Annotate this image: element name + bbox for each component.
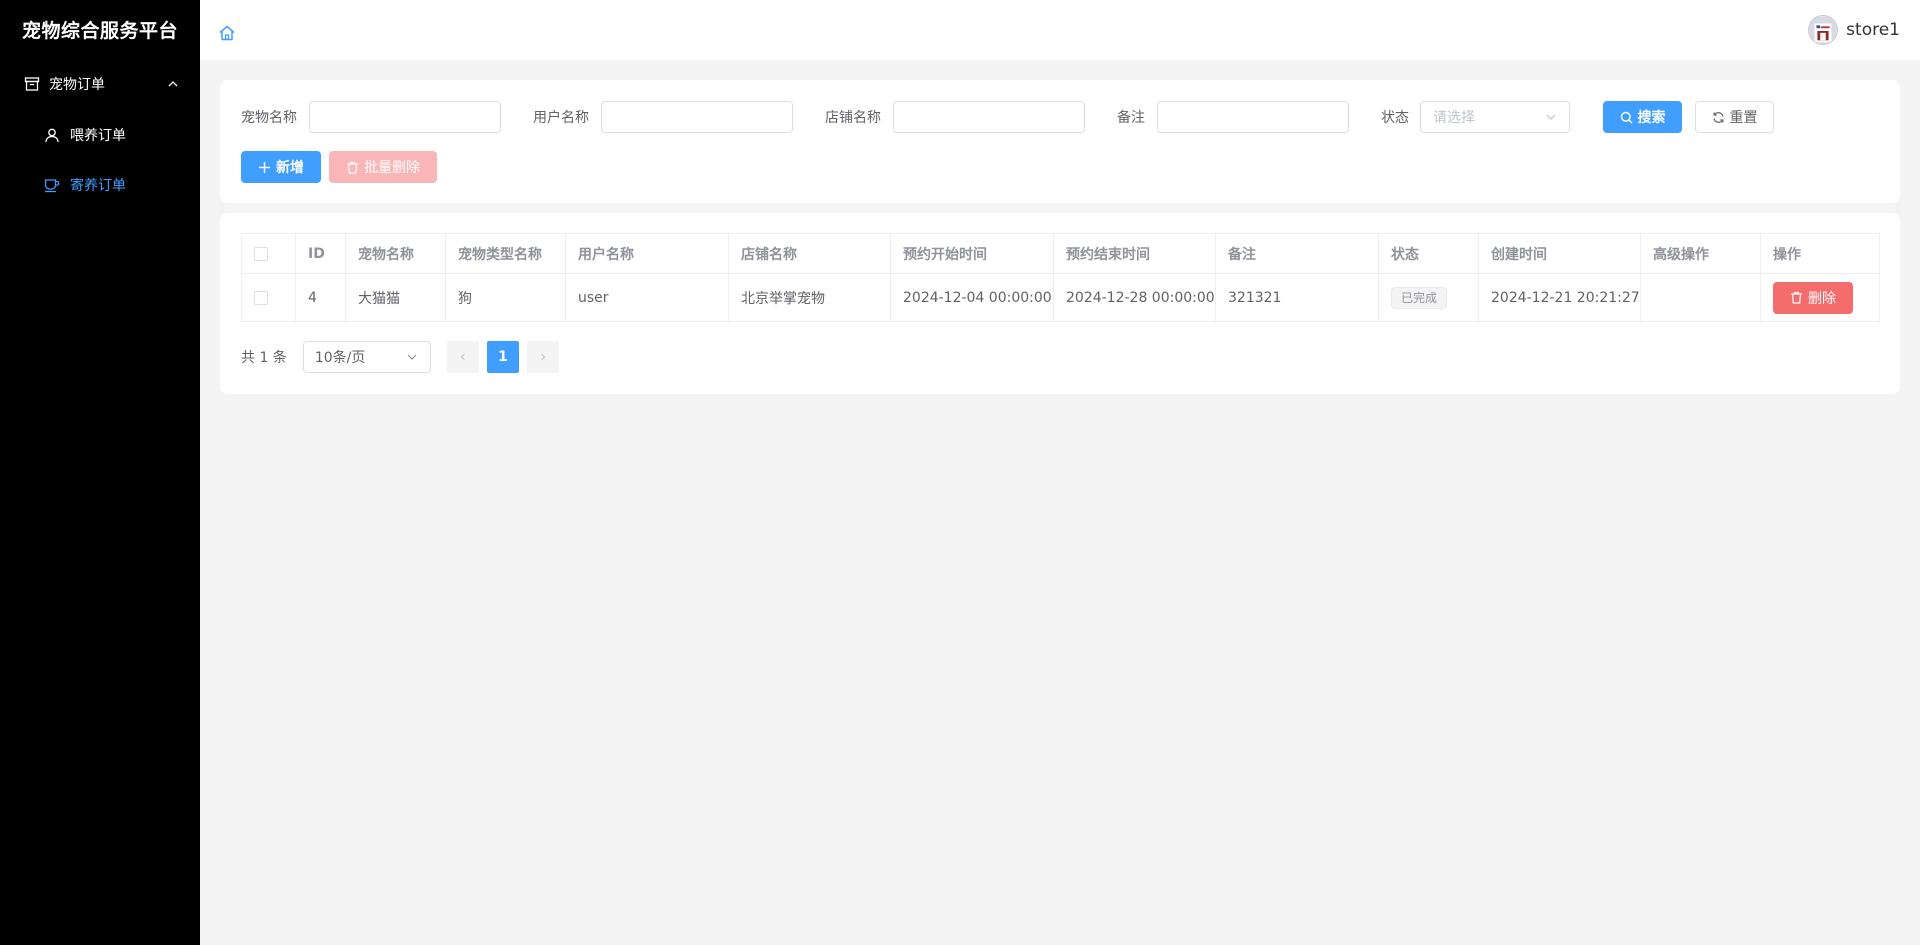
top-header: store1 (200, 0, 1920, 60)
cell-start-time: 2024-12-04 00:00:00 (890, 273, 1054, 322)
column-header: 宠物名称 (345, 233, 446, 274)
remark-input[interactable] (1157, 101, 1349, 133)
status-placeholder: 请选择 (1433, 110, 1475, 126)
box-icon (24, 76, 40, 92)
status-label: 状态 (1381, 110, 1409, 126)
cell-pet-type: 狗 (445, 273, 566, 322)
menu-group-label: 宠物订单 (49, 77, 105, 93)
pet-name-label: 宠物名称 (241, 110, 297, 126)
sidebar-item-feeding-orders[interactable]: 喂养订单 (0, 110, 200, 160)
chevron-up-icon (166, 77, 180, 91)
menu-group-pet-orders[interactable]: 宠物订单 (0, 58, 200, 110)
table-row: 4 大猫猫 狗 user 北京举掌宠物 2024-12-04 00:00:00 … (241, 273, 1880, 322)
user-name-input[interactable] (601, 101, 793, 133)
username: store1 (1846, 20, 1900, 40)
cell-user-name: user (565, 273, 729, 322)
select-all-checkbox[interactable] (254, 246, 268, 261)
sidebar-item-boarding-orders[interactable]: 寄养订单 (0, 160, 200, 210)
delete-button-label: 删除 (1808, 290, 1836, 307)
reset-button[interactable]: 重置 (1695, 101, 1774, 133)
batch-delete-button-label: 批量删除 (364, 160, 420, 176)
column-header: 用户名称 (565, 233, 729, 274)
next-page-button[interactable] (526, 341, 559, 373)
search-icon (1620, 111, 1633, 124)
chevron-down-icon (406, 351, 418, 363)
pet-name-input[interactable] (309, 101, 501, 133)
cell-store-name: 北京举掌宠物 (728, 273, 891, 322)
home-icon[interactable] (218, 24, 236, 42)
chevron-left-icon (458, 352, 468, 362)
user-menu[interactable]: store1 (1808, 15, 1900, 45)
column-header: 备注 (1215, 233, 1379, 274)
batch-delete-button[interactable]: 批量删除 (329, 151, 437, 183)
app-title: 宠物综合服务平台 (21, 19, 178, 42)
cell-created-at: 2024-12-21 20:21:27 (1478, 273, 1641, 322)
delete-button[interactable]: 删除 (1773, 281, 1853, 314)
page-size-select[interactable]: 10条/页 (302, 341, 431, 373)
total-count: 共 1 条 (241, 350, 287, 366)
table-panel: ID 宠物名称 宠物类型名称 用户名称 店铺名称 预约开始时间 预约结束时间 备… (220, 213, 1900, 394)
cell-status: 已完成 (1378, 273, 1479, 322)
user-icon (44, 127, 60, 143)
cell-actions: 删除 (1760, 273, 1880, 322)
search-panel: 宠物名称 用户名称 店铺名称 备注 状态 请选择 搜索 重置 新增 批量删除 (220, 80, 1900, 203)
remark-label: 备注 (1117, 110, 1145, 126)
column-header: ID (295, 233, 346, 274)
column-header: 状态 (1378, 233, 1479, 274)
trash-icon (1790, 291, 1803, 304)
orders-table: ID 宠物名称 宠物类型名称 用户名称 店铺名称 预约开始时间 预约结束时间 备… (241, 233, 1880, 322)
reset-button-label: 重置 (1729, 110, 1758, 126)
column-header: 预约结束时间 (1053, 233, 1216, 274)
search-button-label: 搜索 (1637, 110, 1666, 126)
add-button[interactable]: 新增 (241, 151, 321, 183)
column-header: 宠物类型名称 (445, 233, 566, 274)
cell-end-time: 2024-12-28 00:00:00 (1053, 273, 1216, 322)
sidebar-item-label: 寄养订单 (70, 178, 126, 194)
store-name-label: 店铺名称 (825, 110, 881, 126)
chevron-right-icon (538, 352, 548, 362)
sidebar: 宠物综合服务平台 宠物订单 喂养订单 寄养订单 (0, 0, 200, 945)
status-badge: 已完成 (1391, 286, 1448, 309)
column-header: 高级操作 (1640, 233, 1761, 274)
row-select-cell (241, 273, 296, 322)
page-size-value: 10条/页 (314, 350, 366, 366)
chevron-down-icon (1545, 111, 1557, 123)
refresh-icon (1712, 111, 1725, 124)
table-header-row: ID 宠物名称 宠物类型名称 用户名称 店铺名称 预约开始时间 预约结束时间 备… (241, 233, 1880, 274)
cup-icon (44, 177, 60, 193)
column-header: 操作 (1760, 233, 1880, 274)
cell-advanced (1640, 273, 1761, 322)
store-name-input[interactable] (893, 101, 1085, 133)
sidebar-item-label: 喂养订单 (70, 128, 126, 144)
select-all-cell (241, 233, 296, 274)
cell-pet-name: 大猫猫 (345, 273, 446, 322)
trash-icon (346, 161, 359, 174)
search-button[interactable]: 搜索 (1603, 101, 1682, 133)
status-select[interactable]: 请选择 (1420, 101, 1570, 133)
cell-remark: 321321 (1215, 273, 1379, 322)
column-header: 创建时间 (1478, 233, 1641, 274)
column-header: 店铺名称 (728, 233, 891, 274)
avatar (1808, 15, 1839, 45)
add-button-label: 新增 (276, 160, 304, 176)
pagination: 共 1 条 10条/页 1 (241, 341, 567, 373)
user-name-label: 用户名称 (533, 110, 589, 126)
row-checkbox[interactable] (254, 290, 268, 305)
plus-icon (258, 161, 271, 174)
cell-id: 4 (295, 273, 346, 322)
prev-page-button[interactable] (446, 341, 479, 373)
page-number-button[interactable]: 1 (486, 341, 519, 373)
column-header: 预约开始时间 (890, 233, 1054, 274)
